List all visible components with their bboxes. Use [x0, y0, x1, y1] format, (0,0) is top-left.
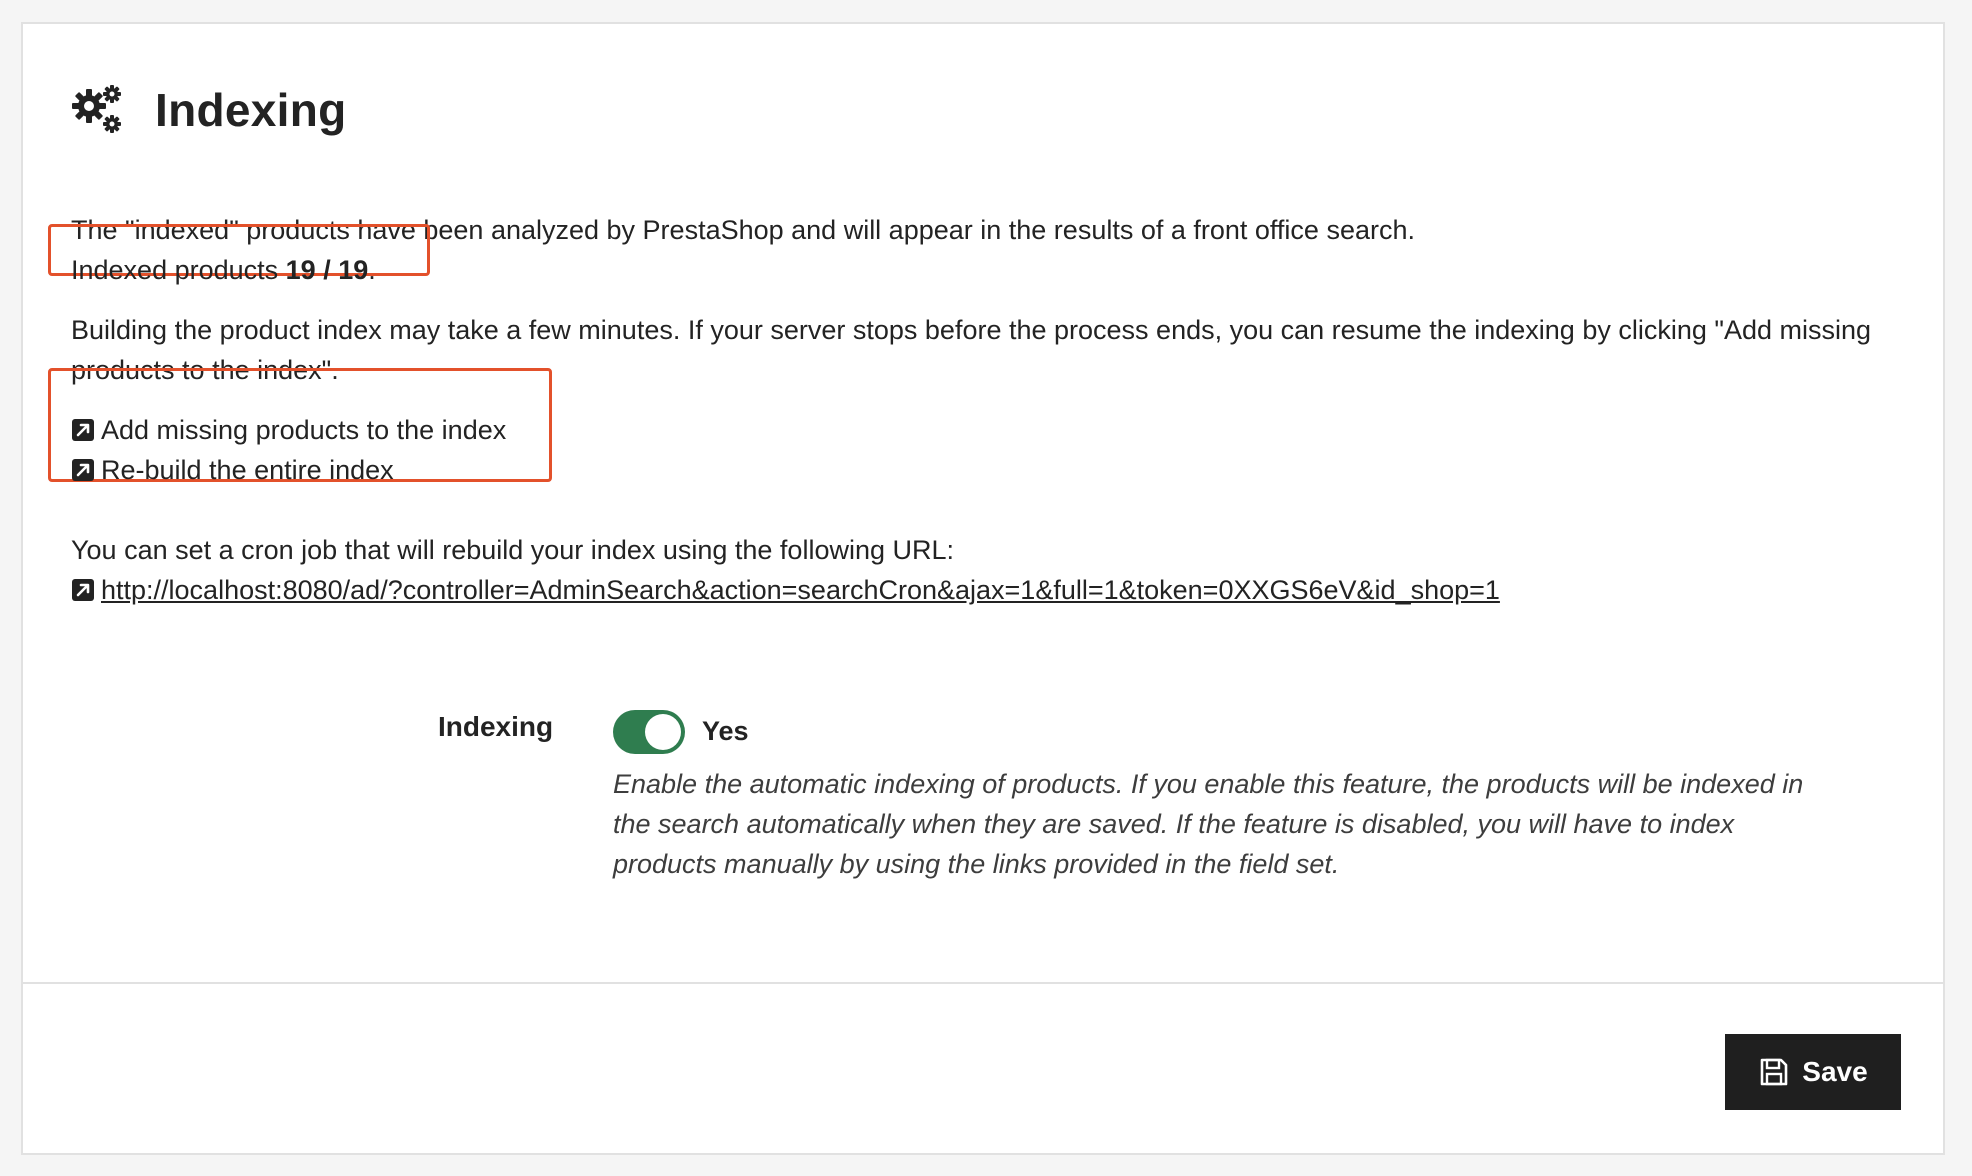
- toggle-knob: [645, 714, 681, 750]
- cron-url: http://localhost:8080/ad/?controller=Adm…: [101, 575, 1500, 605]
- cron-note: You can set a cron job that will rebuild…: [71, 535, 955, 565]
- rebuild-index-label: Re-build the entire index: [101, 455, 394, 485]
- cron-url-link[interactable]: http://localhost:8080/ad/?controller=Adm…: [71, 570, 1500, 610]
- external-link-icon: [72, 459, 94, 481]
- save-button[interactable]: Save: [1725, 1034, 1901, 1110]
- footer-divider: [23, 982, 1943, 984]
- add-missing-link[interactable]: Add missing products to the index: [71, 410, 506, 450]
- page-title: Indexing: [155, 84, 347, 136]
- panel-body: Indexing The "indexed" products have bee…: [23, 24, 1943, 984]
- indexed-count-prefix: Indexed products: [71, 255, 286, 285]
- indexed-count-value: 19 / 19: [285, 255, 369, 285]
- indexing-toggle[interactable]: [613, 710, 685, 754]
- floppy-disk-icon: [1760, 1058, 1788, 1086]
- indexing-panel: Indexing The "indexed" products have bee…: [21, 22, 1945, 1155]
- indexing-help-text: Enable the automatic indexing of product…: [613, 769, 1804, 879]
- save-label: Save: [1802, 1056, 1868, 1087]
- panel-heading: Indexing: [69, 82, 347, 138]
- external-link-icon: [72, 419, 94, 441]
- indexed-count-suffix: .: [368, 255, 376, 285]
- indexed-count-line: Indexed products 19 / 19.: [71, 250, 376, 290]
- rebuild-index-link[interactable]: Re-build the entire index: [71, 450, 394, 490]
- toggle-value-label: Yes: [702, 716, 749, 746]
- external-link-icon: [72, 579, 94, 601]
- add-missing-label: Add missing products to the index: [101, 415, 507, 445]
- gears-icon: [72, 85, 121, 133]
- indexing-field-label: Indexing: [438, 711, 554, 742]
